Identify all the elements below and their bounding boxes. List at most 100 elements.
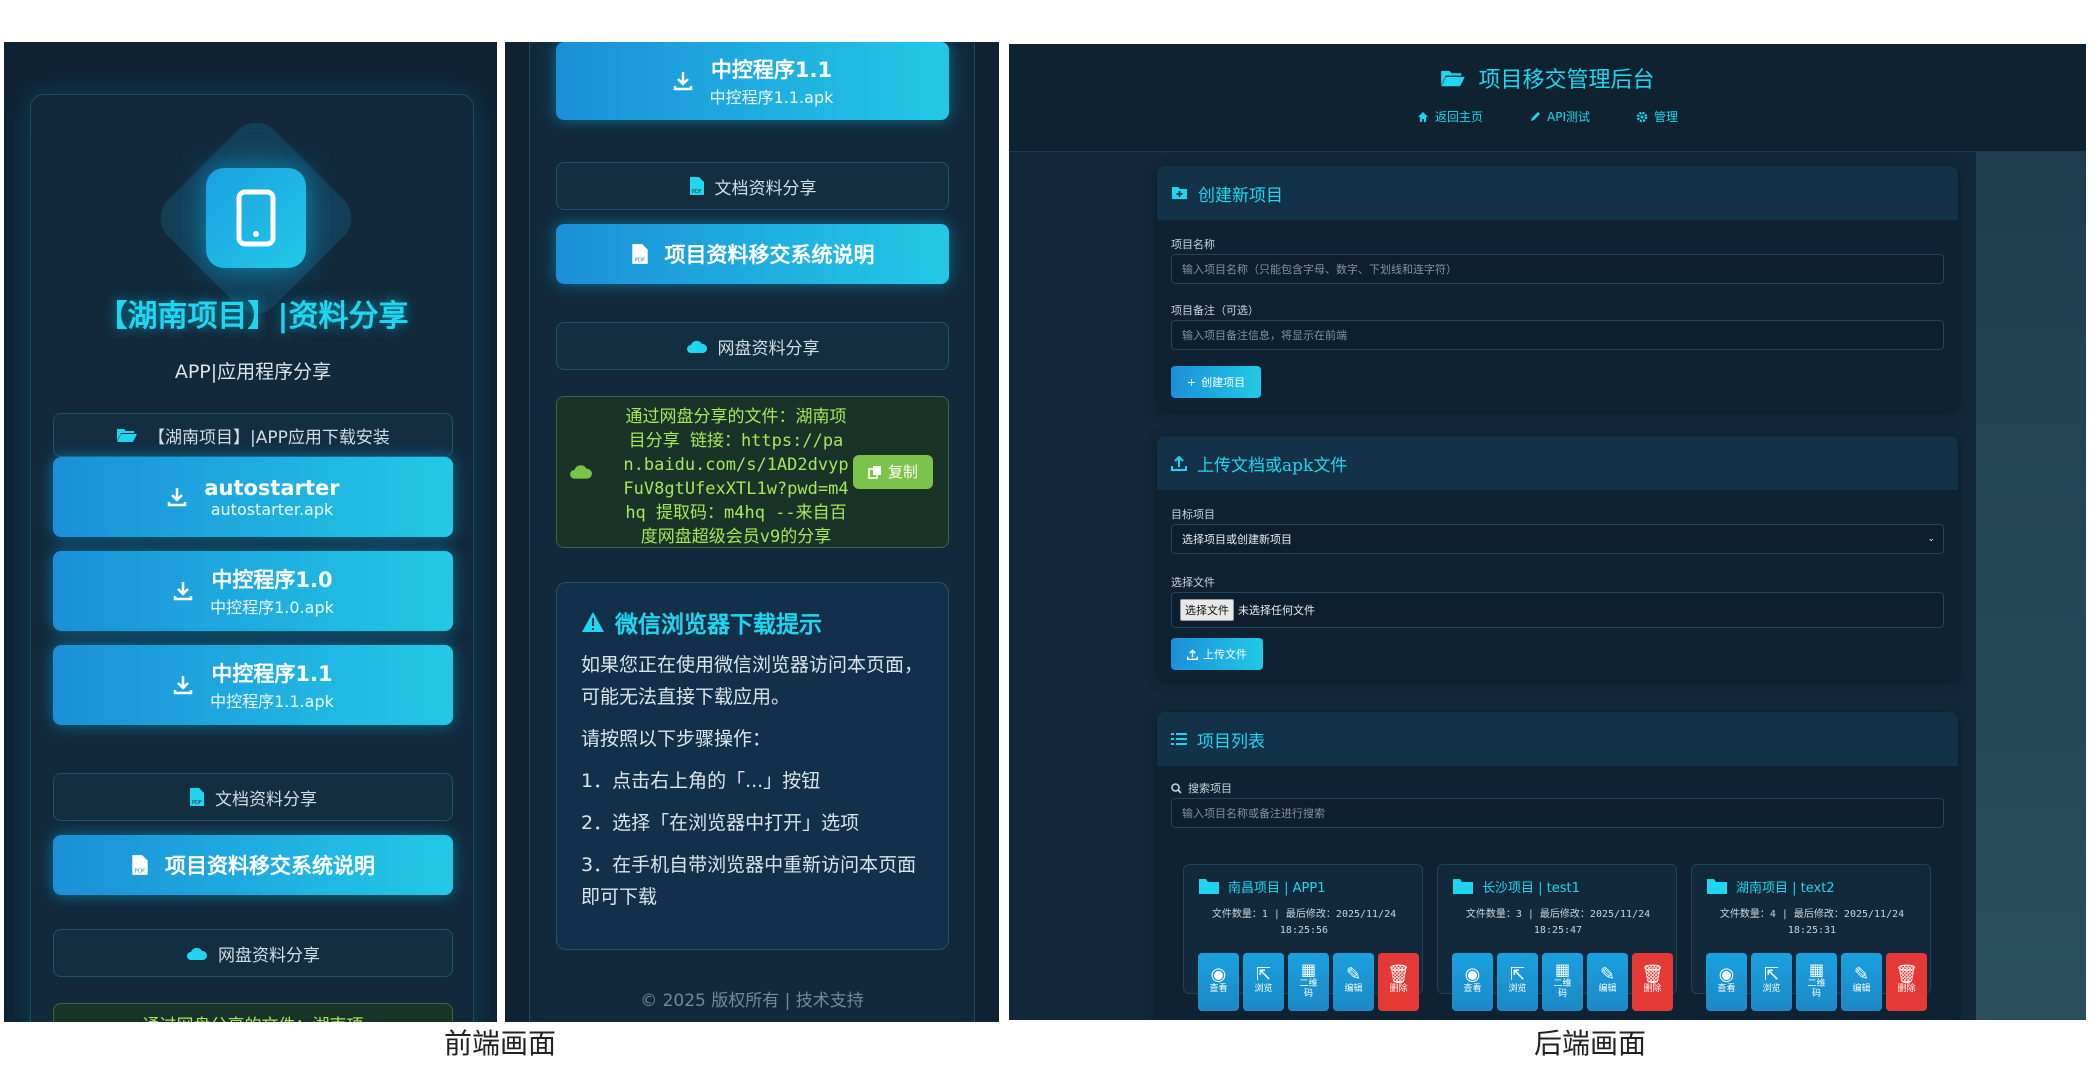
qrcode-button[interactable]: ▦ 二维码 xyxy=(1542,953,1583,1011)
qrcode-button[interactable]: ▦ 二维码 xyxy=(1288,953,1329,1011)
front-caption: 前端画面 xyxy=(443,1027,556,1060)
browse-button[interactable]: ⇱ 浏览 xyxy=(1497,953,1538,1011)
edit-button[interactable]: ✎ 编辑 xyxy=(1333,953,1374,1011)
copy-button[interactable]: 复制 xyxy=(853,455,933,489)
create-project-button[interactable]: + 创建项目 xyxy=(1171,366,1261,398)
cloud-section-header: 网盘资料分享 xyxy=(53,929,453,977)
pencil-icon xyxy=(1531,111,1540,121)
folder-open-icon xyxy=(1441,70,1466,87)
trash-icon: 🗑 xyxy=(1895,964,1918,985)
plus-icon: + xyxy=(1186,375,1197,389)
share-card: 【湖南项目】|资料分享 APP|应用程序分享 【湖南项目】|APP应用下载安装 … xyxy=(30,94,474,1022)
qrcode-button[interactable]: ▦ 二维码 xyxy=(1796,953,1837,1011)
cloud-icon xyxy=(570,465,592,479)
svg-text:PDF: PDF xyxy=(692,189,702,195)
project-card: 南昌项目 | APP1 文件数量：1 | 最后修改：2025/11/24 18:2… xyxy=(1183,864,1423,1011)
choose-file-button[interactable]: 选择文件 xyxy=(1180,599,1234,621)
qrcode-icon: ▦ xyxy=(1300,960,1317,979)
project-note-input[interactable]: 输入项目备注信息，将显示在前端 xyxy=(1171,320,1944,350)
cloud-icon xyxy=(686,340,707,353)
browse-button[interactable]: ⇱ 浏览 xyxy=(1751,953,1792,1011)
svg-text:PDF: PDF xyxy=(135,869,146,875)
target-project-select[interactable]: 选择项目或创建新项目 ⌄ xyxy=(1171,524,1944,554)
page-title: 【湖南项目】|资料分享 xyxy=(97,299,409,334)
wechat-tip-box: 微信浏览器下载提示 如果您正在使用微信浏览器访问本页面，可能无法直接下载应用。 … xyxy=(556,582,949,950)
back-caption: 后端画面 xyxy=(1533,1027,1646,1060)
cloud-icon xyxy=(187,947,208,960)
edit-button[interactable]: ✎ 编辑 xyxy=(1841,953,1882,1011)
project-card: 长沙项目 | test1 文件数量：3 | 最后修改：2025/11/24 18:… xyxy=(1437,864,1677,1011)
view-button[interactable]: ◉ 查看 xyxy=(1706,953,1747,1011)
admin-panel: 项目移交管理后台 返回主页 API测试 管理 创建新项目 项目名称 输入项目名称… xyxy=(1009,44,2086,1020)
share-text-box: 通过网盘分享的文件：湖南项 目分享 链接：https://pa n.baidu.… xyxy=(53,1003,453,1022)
search-icon xyxy=(1171,782,1182,794)
qrcode-icon: ▦ xyxy=(1554,960,1571,979)
pdf-icon: PDF xyxy=(631,244,648,264)
project-list-card: 项目列表 搜索项目 输入项目名称或备注进行搜索 南昌项目 | APP1 文件数量… xyxy=(1157,712,1958,1020)
warning-icon xyxy=(582,612,604,632)
doc-guide-button[interactable]: PDF 项目资料移交系统说明 xyxy=(53,835,453,895)
download-icon xyxy=(173,582,193,601)
view-button[interactable]: ◉ 查看 xyxy=(1198,953,1239,1011)
project-name-input[interactable]: 输入项目名称（只能包含字母、数字、下划线和连字符） xyxy=(1171,254,1944,284)
eye-icon: ◉ xyxy=(1718,964,1735,985)
background-gradient xyxy=(1976,152,2086,1020)
front-panel-top: 【湖南项目】|资料分享 APP|应用程序分享 【湖南项目】|APP应用下载安装 … xyxy=(4,42,497,1022)
doc-section-header: PDF 文档资料分享 xyxy=(53,773,453,821)
download-autostarter-button[interactable]: autostarter autostarter.apk xyxy=(53,457,453,537)
delete-button[interactable]: 🗑 删除 xyxy=(1378,953,1419,1011)
project-card: 湖南项目 | text2 文件数量：4 | 最后修改：2025/11/24 18:… xyxy=(1691,864,1931,1011)
qrcode-icon: ▦ xyxy=(1808,960,1825,979)
doc-section-header: PDF 文档资料分享 xyxy=(556,162,949,210)
chevron-down-icon: ⌄ xyxy=(1927,534,1935,544)
list-icon xyxy=(1171,733,1187,745)
phone-logo-icon xyxy=(206,168,306,268)
eye-icon: ◉ xyxy=(1210,964,1227,985)
download-zk10-button[interactable]: 中控程序1.0 中控程序1.0.apk xyxy=(53,551,453,631)
edit-button[interactable]: ✎ 编辑 xyxy=(1587,953,1628,1011)
eye-icon: ◉ xyxy=(1464,964,1481,985)
download-icon xyxy=(168,488,187,507)
delete-button[interactable]: 🗑 删除 xyxy=(1632,953,1673,1011)
folder-icon xyxy=(1453,879,1473,894)
delete-button[interactable]: 🗑 删除 xyxy=(1886,953,1927,1011)
admin-title: 项目移交管理后台 xyxy=(1009,62,2086,94)
nav-manage[interactable]: 管理 xyxy=(1636,108,1678,125)
pdf-icon: PDF xyxy=(190,788,204,806)
edit-icon: ✎ xyxy=(1853,964,1870,985)
home-icon xyxy=(1417,111,1428,122)
app-section-header: 【湖南项目】|APP应用下载安装 xyxy=(53,413,453,457)
upload-card: 上传文档或apk文件 目标项目 选择项目或创建新项目 ⌄ 选择文件 选择文件 未… xyxy=(1157,436,1958,680)
external-link-icon: ⇱ xyxy=(1255,964,1272,985)
admin-topbar: 项目移交管理后台 返回主页 API测试 管理 xyxy=(1009,44,2086,152)
upload-file-button[interactable]: 上传文件 xyxy=(1171,638,1263,670)
copy-icon xyxy=(868,466,881,479)
project-search-input[interactable]: 输入项目名称或备注进行搜索 xyxy=(1171,798,1944,828)
folder-plus-icon xyxy=(1172,187,1187,199)
gear-icon xyxy=(1636,111,1648,122)
download-zk11-button[interactable]: 中控程序1.1 中控程序1.1.apk xyxy=(53,645,453,725)
front-panel-bottom: 中控程序1.1 中控程序1.1.apk PDF 文档资料分享 PDF 项目资料移交… xyxy=(505,42,999,1022)
svg-text:PDF: PDF xyxy=(192,800,202,806)
share-text-box: 通过网盘分享的文件：湖南项 目分享 链接：https://pa n.baidu.… xyxy=(556,396,949,548)
folder-icon xyxy=(1707,879,1727,894)
download-icon xyxy=(173,676,193,695)
pdf-icon: PDF xyxy=(132,855,148,875)
folder-open-icon xyxy=(117,429,138,442)
svg-text:PDF: PDF xyxy=(634,258,645,264)
create-project-card: 创建新项目 项目名称 输入项目名称（只能包含字母、数字、下划线和连字符） 项目备… xyxy=(1157,166,1958,410)
nav-api-test[interactable]: API测试 xyxy=(1529,108,1590,125)
browse-button[interactable]: ⇱ 浏览 xyxy=(1243,953,1284,1011)
admin-nav: 返回主页 API测试 管理 xyxy=(1009,108,2086,125)
edit-icon: ✎ xyxy=(1345,964,1362,985)
footer: © 2025 版权所有 | 技术支持 xyxy=(640,991,864,1011)
upload-icon xyxy=(1171,455,1187,471)
upload-icon xyxy=(1187,648,1198,660)
download-zk11-button-bottom[interactable]: 中控程序1.1 中控程序1.1.apk xyxy=(556,42,949,120)
nav-home[interactable]: 返回主页 xyxy=(1417,108,1483,125)
external-link-icon: ⇱ xyxy=(1509,964,1526,985)
view-button[interactable]: ◉ 查看 xyxy=(1452,953,1493,1011)
file-input[interactable]: 选择文件 未选择任何文件 xyxy=(1171,592,1944,628)
doc-guide-button[interactable]: PDF 项目资料移交系统说明 xyxy=(556,224,949,284)
page-subtitle: APP|应用程序分享 xyxy=(174,361,332,383)
